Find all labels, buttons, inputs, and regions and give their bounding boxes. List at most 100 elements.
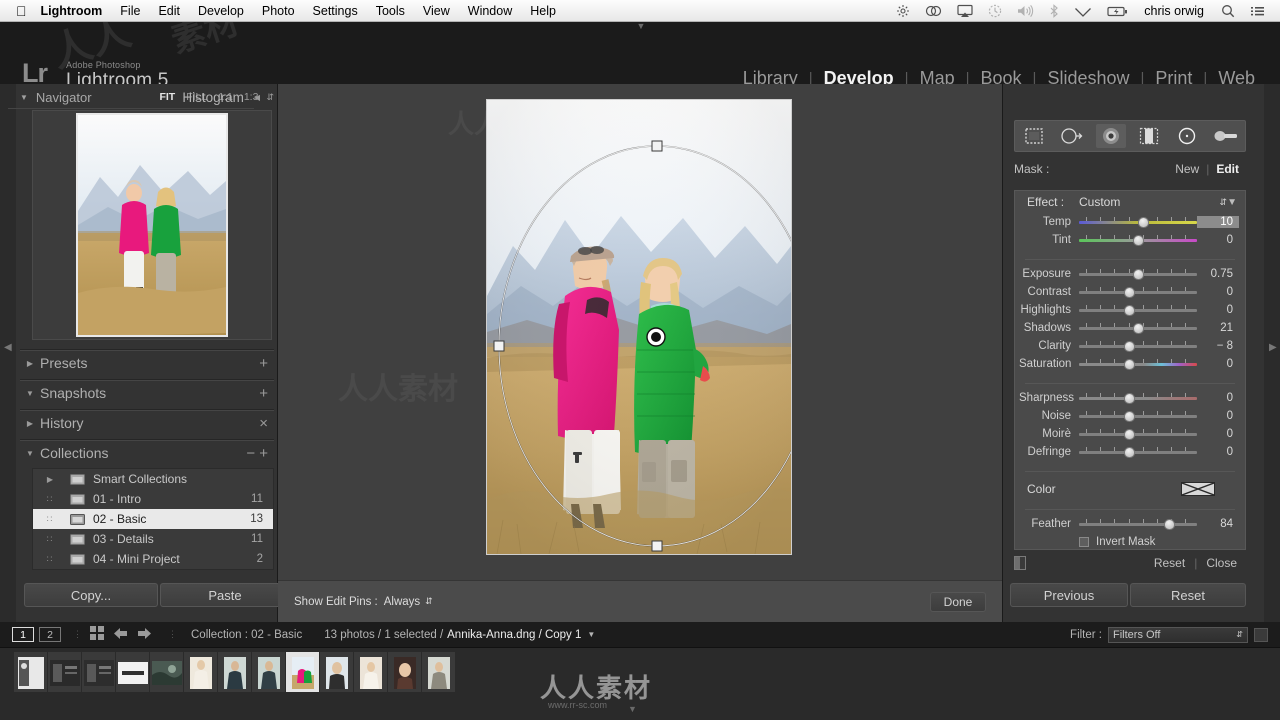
slider-knob[interactable] <box>1123 341 1135 352</box>
slider-saturation[interactable]: Saturation 0 <box>1015 355 1245 373</box>
slider-knob[interactable] <box>1137 217 1149 228</box>
red-eye-tool-icon[interactable] <box>1095 124 1126 148</box>
menu-settings[interactable]: Settings <box>313 4 358 18</box>
module-library[interactable]: Library <box>732 68 809 84</box>
module-print[interactable]: Print <box>1144 68 1203 84</box>
copy-button[interactable]: Copy... <box>24 583 158 607</box>
module-web[interactable]: Web <box>1207 68 1266 84</box>
slider-knob[interactable] <box>1123 359 1135 370</box>
collection-row-03-details[interactable]: ∷ 03 - Details 11 <box>33 529 273 549</box>
filename-dropdown-icon[interactable]: ▼ <box>587 630 595 639</box>
menu-develop[interactable]: Develop <box>198 4 244 18</box>
history-header[interactable]: ▶ History × <box>20 411 274 435</box>
collection-row-04-mini-project[interactable]: ∷ 04 - Mini Project 2 <box>33 549 273 569</box>
menu-file[interactable]: File <box>120 4 140 18</box>
username-label[interactable]: chris orwig <box>1144 4 1204 18</box>
forward-arrow-icon[interactable] <box>137 627 152 643</box>
collections-actions[interactable]: − + <box>246 445 274 462</box>
filmstrip-item[interactable] <box>14 652 48 694</box>
effect-stepper-icon[interactable]: ⇵ <box>1220 197 1228 208</box>
radial-filter-pin[interactable] <box>646 327 666 347</box>
slider-knob[interactable] <box>1123 393 1135 404</box>
histogram-header[interactable]: Histogram ◀ <box>8 88 260 106</box>
reset-button[interactable]: Reset <box>1130 583 1246 607</box>
search-icon[interactable] <box>1221 4 1235 18</box>
module-develop[interactable]: Develop <box>813 68 905 84</box>
slider-value[interactable]: 0 <box>1197 392 1239 404</box>
filmstrip-item-selected[interactable] <box>286 652 320 694</box>
airplay-icon[interactable] <box>957 4 973 18</box>
slider-sharpness[interactable]: Sharpness 0 <box>1015 389 1245 407</box>
notification-center-icon[interactable] <box>1250 4 1265 18</box>
add-snapshot-button[interactable]: + <box>259 385 274 402</box>
slider-value[interactable]: 0 <box>1197 234 1239 246</box>
done-button[interactable]: Done <box>930 591 986 612</box>
slider-temp[interactable]: Temp 10 <box>1015 213 1245 231</box>
menu-window[interactable]: Window <box>468 4 512 18</box>
left-panel-handle[interactable]: ◀ <box>0 84 16 622</box>
slider-knob[interactable] <box>1133 269 1144 280</box>
photo-canvas[interactable] <box>486 99 792 555</box>
collection-row-02-basic[interactable]: ∷ 02 - Basic 13 <box>33 509 273 529</box>
panel-switch[interactable] <box>1014 556 1026 570</box>
effect-value[interactable]: Custom <box>1079 195 1216 209</box>
paste-button[interactable]: Paste <box>160 583 290 607</box>
module-slideshow[interactable]: Slideshow <box>1036 68 1140 84</box>
slider-shadows[interactable]: Shadows 21 <box>1015 319 1245 337</box>
slider-knob[interactable] <box>1163 519 1175 530</box>
slider-track[interactable] <box>1079 358 1197 370</box>
slider-track[interactable] <box>1079 322 1197 334</box>
presets-header[interactable]: ▶ Presets + <box>20 351 274 375</box>
slider-track[interactable] <box>1079 216 1197 228</box>
time-machine-icon[interactable] <box>988 4 1002 18</box>
slider-value[interactable]: 0 <box>1197 358 1239 370</box>
slider-value[interactable]: 0 <box>1197 446 1239 458</box>
slider-knob[interactable] <box>1123 305 1135 316</box>
back-arrow-icon[interactable] <box>113 627 128 643</box>
adjustment-brush-tool-icon[interactable] <box>1211 124 1241 148</box>
slider-noise[interactable]: Noise 0 <box>1015 407 1245 425</box>
radial-filter-tool-icon[interactable] <box>1172 124 1202 148</box>
slider-track[interactable] <box>1079 234 1197 246</box>
filmstrip-item[interactable] <box>388 652 422 694</box>
chevron-right-icon[interactable]: ▶ <box>33 475 67 484</box>
slider-defringe[interactable]: Defringe 0 <box>1015 443 1245 461</box>
mask-edit-link[interactable]: Edit <box>1209 162 1246 176</box>
menu-tools[interactable]: Tools <box>376 4 405 18</box>
slider-track[interactable] <box>1079 446 1197 458</box>
filmstrip-item[interactable] <box>150 652 184 694</box>
radial-filter-overlay[interactable] <box>487 100 791 554</box>
slider-track[interactable] <box>1079 392 1197 404</box>
menu-lightroom[interactable]: Lightroom <box>41 4 103 18</box>
menu-photo[interactable]: Photo <box>262 4 295 18</box>
right-panel-handle[interactable]: ▶ <box>1264 84 1280 622</box>
slider-track[interactable] <box>1079 304 1197 316</box>
slider-feather[interactable]: Feather 84 <box>1015 515 1245 533</box>
filmstrip-handle[interactable]: ▼ <box>628 704 637 714</box>
filter-lock-button[interactable] <box>1254 627 1268 642</box>
mask-new-link[interactable]: New <box>1168 162 1206 176</box>
slider-value[interactable]: − 8 <box>1197 340 1239 352</box>
slider-value[interactable]: 21 <box>1197 322 1239 334</box>
filmstrip-item[interactable] <box>354 652 388 694</box>
show-edit-pins-stepper-icon[interactable]: ⇵ <box>425 596 433 607</box>
slider-knob[interactable] <box>1133 323 1144 334</box>
add-preset-button[interactable]: + <box>259 355 274 372</box>
clear-history-button[interactable]: × <box>259 415 274 432</box>
slider-value[interactable]: 0.75 <box>1197 268 1239 280</box>
chevron-left-icon[interactable]: ◀ <box>254 93 260 102</box>
slider-track[interactable] <box>1079 410 1197 422</box>
menu-view[interactable]: View <box>423 4 450 18</box>
filename-label[interactable]: Annika-Anna.dng / Copy 1 <box>447 629 581 641</box>
zoom-stepper-icon[interactable]: ⇵ <box>266 92 274 103</box>
slider-knob[interactable] <box>1123 429 1135 440</box>
slider-highlights[interactable]: Highlights 0 <box>1015 301 1245 319</box>
slider-value[interactable]: 84 <box>1197 518 1239 530</box>
graduated-filter-tool-icon[interactable] <box>1134 124 1164 148</box>
color-swatch[interactable] <box>1181 482 1215 496</box>
filmstrip-item[interactable] <box>422 652 456 694</box>
slider-value[interactable]: 10 <box>1197 216 1239 228</box>
bluetooth-icon[interactable] <box>1049 3 1059 18</box>
page-1-button[interactable]: 1 <box>12 627 34 642</box>
filmstrip-item[interactable] <box>48 652 82 694</box>
